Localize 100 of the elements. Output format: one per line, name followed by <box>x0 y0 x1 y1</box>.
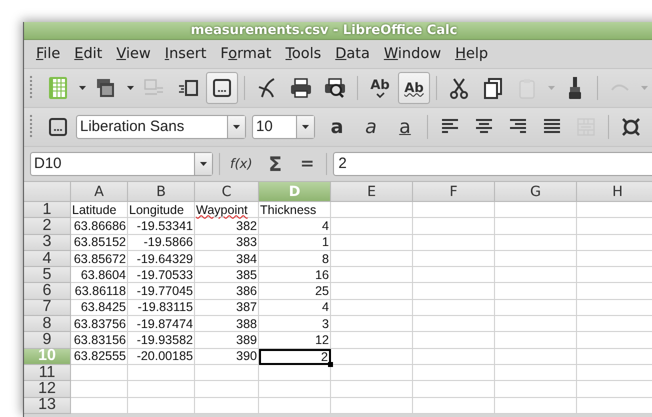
table-cell[interactable] <box>331 332 413 349</box>
table-cell[interactable]: 388 <box>195 316 259 332</box>
row-header[interactable]: 13 <box>24 398 71 414</box>
table-cell[interactable] <box>495 250 577 268</box>
table-cell[interactable] <box>495 398 577 414</box>
dotted-box-button[interactable] <box>206 72 238 104</box>
table-cell[interactable]: -19.87474 <box>128 316 195 332</box>
menu-item[interactable]: Window <box>376 43 448 65</box>
table-cell[interactable] <box>495 348 577 365</box>
table-cell[interactable]: 63.86118 <box>71 283 128 300</box>
menu-item[interactable]: Data <box>328 43 377 65</box>
table-cell[interactable] <box>331 218 413 235</box>
table-cell[interactable] <box>331 300 413 316</box>
table-cell[interactable]: -19.93582 <box>128 332 195 349</box>
table-cell[interactable]: 8 <box>259 250 331 268</box>
table-cell[interactable]: -19.53341 <box>128 218 195 235</box>
table-cell[interactable] <box>128 398 195 414</box>
table-cell[interactable] <box>413 316 495 332</box>
table-cell[interactable] <box>259 398 331 414</box>
table-cell[interactable]: Thickness <box>259 202 331 218</box>
table-cell[interactable]: 4 <box>259 218 331 235</box>
table-cell[interactable] <box>413 283 495 300</box>
row-header[interactable]: 8 <box>24 316 71 332</box>
table-cell[interactable] <box>195 398 259 414</box>
table-cell[interactable] <box>413 364 495 382</box>
table-cell[interactable] <box>128 364 195 382</box>
active-cell[interactable]: 2 <box>259 348 331 365</box>
bold-button[interactable]: a <box>321 111 353 143</box>
table-cell[interactable]: 1 <box>259 234 331 251</box>
menu-item[interactable]: View <box>109 43 158 65</box>
table-cell[interactable]: -19.64329 <box>128 250 195 268</box>
table-cell[interactable]: 63.86686 <box>71 218 128 235</box>
italic-button[interactable]: a <box>355 111 387 143</box>
function-wizard-button[interactable]: f(x) <box>226 156 256 172</box>
table-cell[interactable] <box>71 364 128 382</box>
table-cell[interactable] <box>331 381 413 398</box>
table-cell[interactable] <box>71 381 128 398</box>
row-header[interactable]: 9 <box>24 332 71 349</box>
table-cell[interactable] <box>413 300 495 316</box>
row-header[interactable]: 7 <box>24 300 71 316</box>
underline-button[interactable]: a <box>389 111 421 143</box>
table-cell[interactable] <box>495 283 577 300</box>
table-cell[interactable] <box>413 348 495 365</box>
table-cell[interactable]: -20.00185 <box>128 348 195 365</box>
font-size-field[interactable]: 10 <box>252 115 315 139</box>
table-cell[interactable]: 63.85672 <box>71 250 128 268</box>
table-cell[interactable]: 16 <box>259 267 331 284</box>
table-cell[interactable] <box>128 381 195 398</box>
table-cell[interactable]: 384 <box>195 250 259 268</box>
table-cell[interactable]: -19.83115 <box>128 300 195 316</box>
table-cell[interactable] <box>495 234 577 251</box>
row-header[interactable]: 6 <box>24 283 71 300</box>
menu-item[interactable]: File <box>29 43 68 65</box>
table-cell[interactable] <box>495 267 577 284</box>
table-cell[interactable]: -19.70533 <box>128 267 195 284</box>
table-cell[interactable] <box>495 300 577 316</box>
table-cell[interactable]: 63.82555 <box>71 348 128 365</box>
table-cell[interactable] <box>495 202 577 218</box>
row-header[interactable]: 2 <box>24 218 71 235</box>
table-cell[interactable] <box>495 364 577 382</box>
table-cell[interactable] <box>413 202 495 218</box>
table-cell[interactable] <box>495 218 577 235</box>
table-cell[interactable]: 385 <box>195 267 259 284</box>
table-cell[interactable] <box>495 381 577 398</box>
table-cell[interactable]: -19.77045 <box>128 283 195 300</box>
table-cell[interactable] <box>71 398 128 414</box>
table-cell[interactable] <box>413 250 495 268</box>
table-cell[interactable]: 4 <box>259 300 331 316</box>
column-header[interactable]: C <box>195 182 259 202</box>
table-cell[interactable] <box>331 316 413 332</box>
table-cell[interactable] <box>413 381 495 398</box>
menu-item[interactable]: Format <box>213 43 278 65</box>
table-cell[interactable] <box>495 316 577 332</box>
font-name-field[interactable]: Liberation Sans <box>76 115 246 139</box>
row-header[interactable]: 3 <box>24 234 71 251</box>
column-header[interactable]: F <box>413 182 495 202</box>
column-header[interactable]: H <box>577 182 652 202</box>
table-cell[interactable] <box>331 250 413 268</box>
row-header[interactable]: 4 <box>24 250 71 268</box>
table-cell[interactable]: 382 <box>195 218 259 235</box>
column-header[interactable]: E <box>331 182 413 202</box>
table-cell[interactable]: 3 <box>259 316 331 332</box>
table-cell[interactable] <box>331 348 413 365</box>
autospell-button[interactable]: Ab <box>398 72 430 104</box>
table-cell[interactable] <box>195 364 259 382</box>
column-header[interactable]: A <box>71 182 128 202</box>
table-cell[interactable]: 63.83756 <box>71 316 128 332</box>
table-cell[interactable] <box>331 398 413 414</box>
table-cell[interactable] <box>413 234 495 251</box>
row-header[interactable]: 11 <box>24 364 71 382</box>
table-cell[interactable] <box>413 332 495 349</box>
table-cell[interactable]: Latitude <box>71 202 128 218</box>
table-cell[interactable]: Longitude <box>128 202 195 218</box>
name-box[interactable]: D10 <box>30 152 213 176</box>
table-cell[interactable]: 389 <box>195 332 259 349</box>
table-cell[interactable] <box>495 332 577 349</box>
column-header[interactable]: G <box>495 182 577 202</box>
menu-item[interactable]: Tools <box>278 43 328 65</box>
menu-item[interactable]: Insert <box>158 43 214 65</box>
table-cell[interactable] <box>413 398 495 414</box>
